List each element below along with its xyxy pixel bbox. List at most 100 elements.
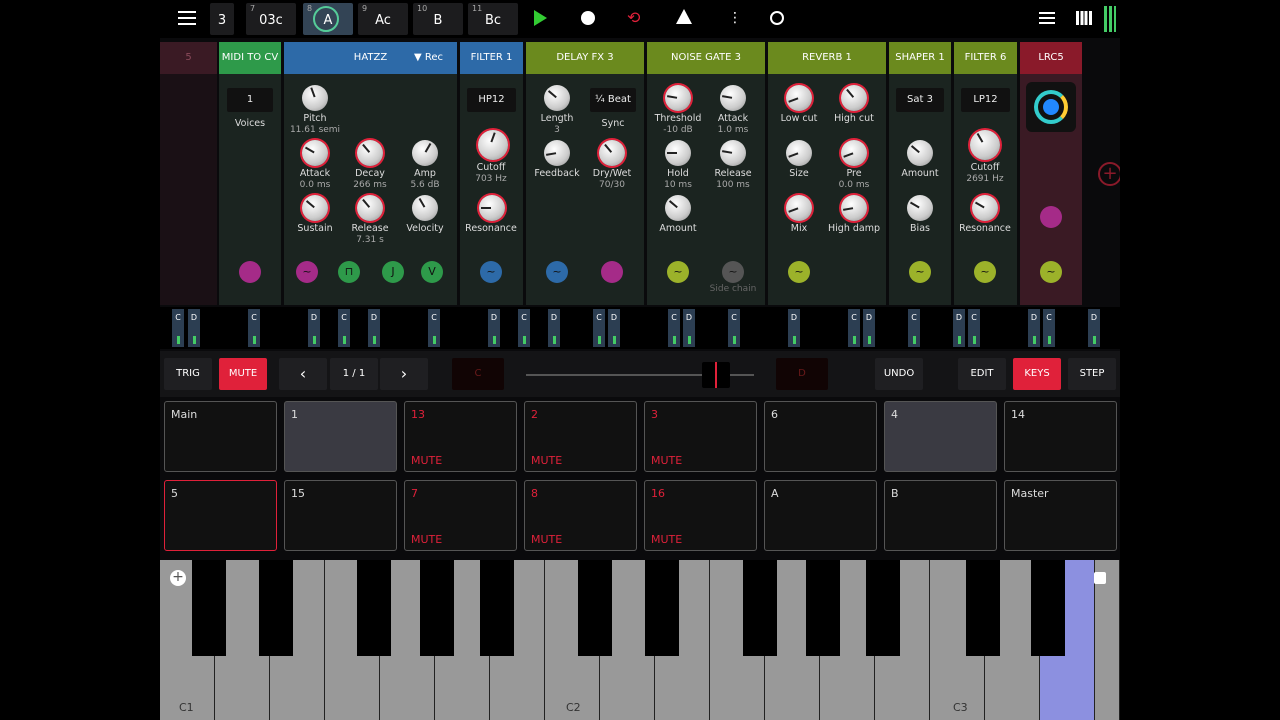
- record-icon[interactable]: [581, 11, 595, 25]
- pad-13[interactable]: 13 MUTE: [404, 401, 517, 472]
- mini-key[interactable]: C: [428, 309, 440, 347]
- pad-16[interactable]: 16 MUTE: [644, 480, 757, 551]
- release-knob[interactable]: [720, 140, 746, 166]
- rec-toggle[interactable]: ▼ Rec: [414, 52, 443, 63]
- black-key[interactable]: [866, 560, 900, 656]
- high-damp-knob[interactable]: [841, 195, 867, 221]
- black-key[interactable]: [480, 560, 514, 656]
- pad-6[interactable]: 6: [764, 401, 877, 472]
- prev-page-button[interactable]: ‹: [279, 358, 327, 390]
- pad-master[interactable]: Master: [1004, 480, 1117, 551]
- voices-value[interactable]: 1: [227, 88, 273, 112]
- pad-main[interactable]: Main: [164, 401, 277, 472]
- mini-key[interactable]: C: [248, 309, 260, 347]
- sine-lfo-icon[interactable]: ~: [788, 261, 810, 283]
- sine-lfo-icon[interactable]: ~: [667, 261, 689, 283]
- sidechain-icon[interactable]: ~: [722, 261, 744, 283]
- tab-03c[interactable]: 7 03c: [246, 3, 296, 35]
- lock-icon[interactable]: [1094, 572, 1106, 584]
- loop-icon[interactable]: ⟲: [627, 9, 640, 27]
- module-delay-fx-3[interactable]: DELAY FX 3 Length 3 ¼ Beat Sync Feedback…: [526, 42, 644, 305]
- threshold-knob[interactable]: [665, 85, 691, 111]
- pad-15[interactable]: 15: [284, 480, 397, 551]
- pad-a[interactable]: A: [764, 480, 877, 551]
- module-filter-6[interactable]: FILTER 6 LP12 Cutoff 2691 Hz Resonance ~: [954, 42, 1017, 305]
- black-key[interactable]: [578, 560, 612, 656]
- black-key[interactable]: [259, 560, 293, 656]
- metronome-icon[interactable]: [676, 9, 692, 24]
- module-lrc5[interactable]: LRC5 ~: [1020, 42, 1082, 305]
- filter-mode[interactable]: LP12: [961, 88, 1010, 112]
- length-knob[interactable]: [544, 85, 570, 111]
- mini-key[interactable]: D: [548, 309, 560, 347]
- pad-5[interactable]: 5: [164, 480, 277, 551]
- undo-button[interactable]: UNDO: [875, 358, 923, 390]
- sine-lfo-icon[interactable]: ~: [974, 261, 996, 283]
- mini-key[interactable]: C: [593, 309, 605, 347]
- amount-knob[interactable]: [665, 195, 691, 221]
- mini-key[interactable]: C: [968, 309, 980, 347]
- left-note-box[interactable]: C: [452, 358, 504, 390]
- sine-lfo-icon[interactable]: ~: [296, 261, 318, 283]
- next-page-button[interactable]: ›: [380, 358, 428, 390]
- decay-knob[interactable]: [357, 140, 383, 166]
- mini-key[interactable]: D: [1028, 309, 1040, 347]
- bias-knob[interactable]: [907, 195, 933, 221]
- step-button[interactable]: STEP: [1068, 358, 1116, 390]
- mini-key[interactable]: C: [848, 309, 860, 347]
- mini-key[interactable]: D: [1088, 309, 1100, 347]
- mini-key[interactable]: C: [728, 309, 740, 347]
- black-key[interactable]: [806, 560, 840, 656]
- low-cut-knob[interactable]: [786, 85, 812, 111]
- pad-4[interactable]: 4: [884, 401, 997, 472]
- sine-lfo-icon[interactable]: ~: [546, 261, 568, 283]
- release-knob[interactable]: [357, 195, 383, 221]
- mini-key[interactable]: D: [308, 309, 320, 347]
- hamburger-icon[interactable]: [178, 11, 196, 25]
- mini-key[interactable]: C: [172, 309, 184, 347]
- sine-lfo-icon[interactable]: ~: [909, 261, 931, 283]
- mini-key[interactable]: D: [863, 309, 875, 347]
- black-key[interactable]: [743, 560, 777, 656]
- mini-key[interactable]: C: [1043, 309, 1055, 347]
- module-reverb-1[interactable]: REVERB 1 Low cut High cut Size Pre 0.0 m…: [768, 42, 886, 305]
- midi-output-icon[interactable]: [1040, 206, 1062, 228]
- mini-key[interactable]: C: [668, 309, 680, 347]
- black-key[interactable]: [966, 560, 1000, 656]
- cutoff-knob[interactable]: [970, 130, 1000, 160]
- size-knob[interactable]: [786, 140, 812, 166]
- sine-lfo-icon[interactable]: ~: [1040, 261, 1062, 283]
- black-key[interactable]: [645, 560, 679, 656]
- piano-keyboard[interactable]: C1 C2 C3 +: [160, 560, 1120, 720]
- dry-wet-knob[interactable]: [599, 140, 625, 166]
- mini-key[interactable]: D: [788, 309, 800, 347]
- module-noise-gate-3[interactable]: NOISE GATE 3 Threshold -10 dB Attack 1.0…: [647, 42, 765, 305]
- trig-button[interactable]: TRIG: [164, 358, 212, 390]
- hold-knob[interactable]: [665, 140, 691, 166]
- mini-keyboard[interactable]: C D C D C D C D C D C D C D C D C D C D …: [160, 307, 1120, 349]
- sustain-knob[interactable]: [302, 195, 328, 221]
- midi-output-icon[interactable]: [239, 261, 261, 283]
- pad-3[interactable]: 3 MUTE: [644, 401, 757, 472]
- mini-key[interactable]: C: [518, 309, 530, 347]
- pad-14[interactable]: 14: [1004, 401, 1117, 472]
- mini-key[interactable]: C: [338, 309, 350, 347]
- tab-3[interactable]: 3: [210, 3, 234, 35]
- pre-knob[interactable]: [841, 140, 867, 166]
- black-key[interactable]: [192, 560, 226, 656]
- module-5[interactable]: 5: [160, 42, 217, 305]
- amp-knob[interactable]: [412, 140, 438, 166]
- right-note-box[interactable]: D: [776, 358, 828, 390]
- link-icon[interactable]: [770, 11, 784, 25]
- play-icon[interactable]: [534, 10, 547, 26]
- module-filter-1[interactable]: FILTER 1 HP12 Cutoff 703 Hz Resonance ~: [460, 42, 523, 305]
- mix-knob[interactable]: [786, 195, 812, 221]
- mini-key[interactable]: D: [953, 309, 965, 347]
- grid-icon[interactable]: [1076, 11, 1092, 25]
- attack-knob[interactable]: [720, 85, 746, 111]
- attack-knob[interactable]: [302, 140, 328, 166]
- tab-a[interactable]: 8A: [303, 3, 353, 35]
- pitch-knob[interactable]: [302, 85, 328, 111]
- mini-key[interactable]: D: [683, 309, 695, 347]
- mini-key[interactable]: D: [188, 309, 200, 347]
